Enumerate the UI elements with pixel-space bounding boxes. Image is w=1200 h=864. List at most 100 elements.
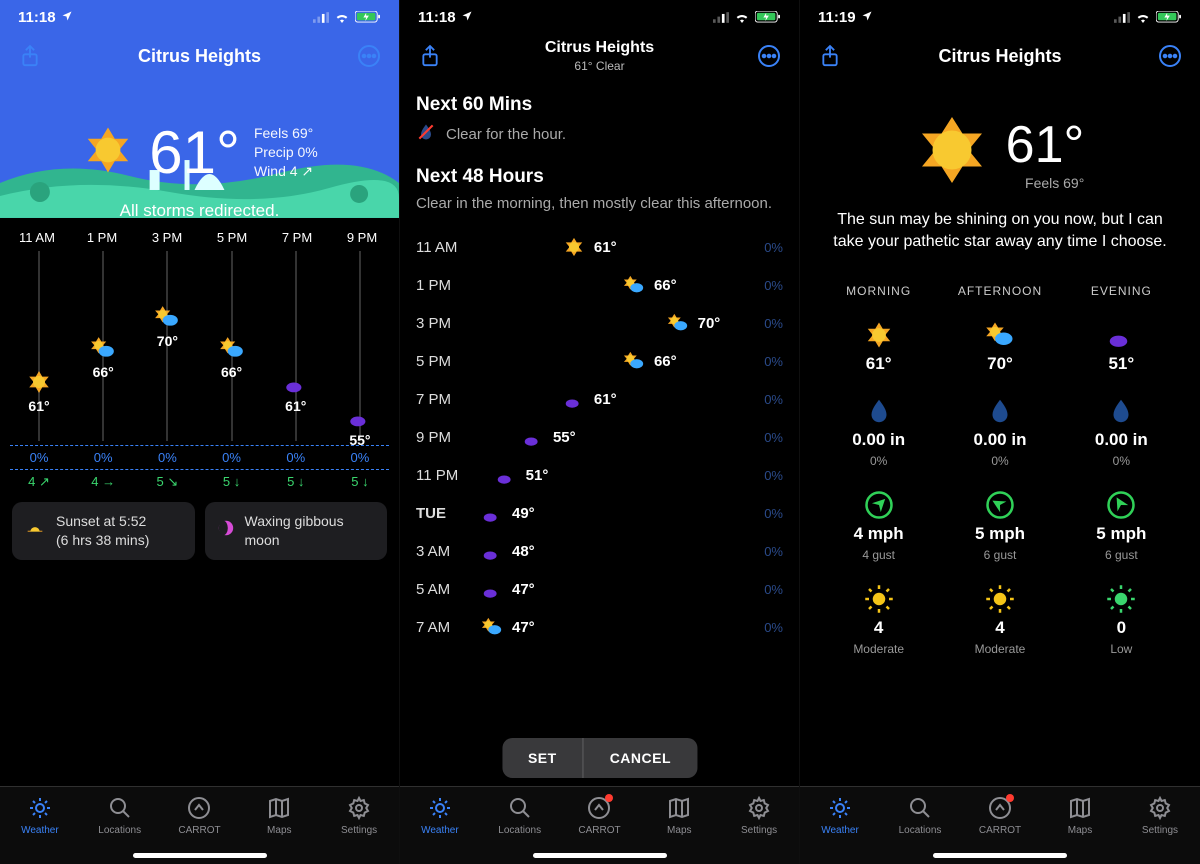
row-temp: 47° [512,619,556,636]
tab-locations[interactable]: Locations [485,795,555,836]
tab-weather[interactable]: Weather [405,795,475,836]
weather-icon [985,320,1015,350]
row-temp: 55° [553,429,597,446]
daypart-view[interactable]: 61° Feels 69° The sun may be shining on … [800,78,1200,786]
cell-sub: Moderate [975,642,1026,656]
hourly-column[interactable]: 66° [76,251,130,441]
temp-cell[interactable]: 61° [818,320,939,374]
tab-carrot[interactable]: CARROT [164,795,234,836]
set-cancel-overlay: SET CANCEL [502,738,697,778]
tab-locations[interactable]: Locations [85,795,155,836]
weather-icon [494,463,518,487]
hour-row[interactable]: TUE49°0% [416,494,783,532]
daypart-grid: MORNINGAFTERNOONEVENING61°70°51°0.00 in0… [818,284,1182,656]
more-button[interactable] [355,42,383,70]
hour-wind: 4 → [76,474,130,490]
row-time: 9 PM [416,429,480,446]
weather-icon [480,577,504,601]
hour-wind: 4 ↗ [12,474,66,490]
cell-value: 61° [866,354,892,374]
precip-cell[interactable]: 0.00 in0% [939,396,1060,468]
status-bar: 11:19 [800,0,1200,34]
weather-tab-icon [27,795,53,821]
tab-bar: Weather Locations CARROT Maps Settings [400,786,799,864]
forecast-list[interactable]: Next 60 Mins Clear for the hour. Next 48… [400,78,799,786]
hourly-column[interactable]: 70° [140,251,194,441]
share-button[interactable] [816,42,844,70]
hourly-column[interactable]: 55° [333,251,387,441]
tab-carrot[interactable]: CARROT [564,795,634,836]
moon-card[interactable]: Waxing gibbous moon [205,502,388,560]
hour-row[interactable]: 3 AM48°0% [416,532,783,570]
hour-row[interactable]: 1 PM66°0% [416,266,783,304]
more-button[interactable] [1156,42,1184,70]
cell-value: 0.00 in [1095,430,1148,450]
tab-label: Locations [498,825,541,836]
sunset-card[interactable]: Sunset at 5:52 (6 hrs 38 mins) [12,502,195,560]
tab-locations[interactable]: Locations [885,795,955,836]
moon-phase-icon [217,519,235,542]
home-indicator[interactable] [133,853,267,858]
daypart-header: MORNING [818,284,939,298]
wind-cell[interactable]: 5 mph6 gust [939,490,1060,562]
feels-like: Feels 69° [254,124,318,143]
hour-row[interactable]: 7 AM47°0% [416,608,783,646]
share-button[interactable] [16,42,44,70]
hour-row[interactable]: 11 PM51°0% [416,456,783,494]
hourly-column[interactable]: 61° [12,251,66,441]
tab-settings[interactable]: Settings [724,795,794,836]
tab-weather[interactable]: Weather [5,795,75,836]
hour-row[interactable]: 5 AM47°0% [416,570,783,608]
more-button[interactable] [755,42,783,70]
hourly-column[interactable]: 61° [269,251,323,441]
info-cards: Sunset at 5:52 (6 hrs 38 mins) Waxing gi… [0,490,399,572]
set-button[interactable]: SET [502,738,583,778]
uv-cell[interactable]: 4Moderate [939,584,1060,656]
hour-row[interactable]: 3 PM70°0% [416,304,783,342]
hourly-forecast[interactable]: 11 AM1 PM3 PM5 PM7 PM9 PM 61°66°70°66°61… [0,218,399,490]
cell-value: 4 mph [854,524,904,544]
tab-settings[interactable]: Settings [1125,795,1195,836]
gear-icon [1147,795,1173,821]
tab-weather[interactable]: Weather [805,795,875,836]
uv-cell[interactable]: 4Moderate [818,584,939,656]
share-button[interactable] [416,42,444,70]
hour-precip: 0% [12,450,66,465]
wind-cell[interactable]: 4 mph4 gust [818,490,939,562]
tab-maps[interactable]: Maps [244,795,314,836]
tab-carrot[interactable]: CARROT [965,795,1035,836]
home-indicator[interactable] [933,853,1067,858]
next60-subtitle: Clear for the hour. [446,126,566,143]
wind-cell[interactable]: 5 mph6 gust [1061,490,1182,562]
home-indicator[interactable] [533,853,667,858]
notification-dot [605,794,613,802]
uv-sun-icon [985,584,1015,614]
tab-maps[interactable]: Maps [644,795,714,836]
hour-row[interactable]: 7 PM61°0% [416,380,783,418]
cell-value: 0.00 in [974,430,1027,450]
tab-label: Maps [267,825,291,836]
uv-cell[interactable]: 0Low [1061,584,1182,656]
hourly-column[interactable]: 66° [205,251,259,441]
row-temp: 61° [594,239,638,256]
wind-direction-icon [864,490,894,520]
temp-cell[interactable]: 70° [939,320,1060,374]
cancel-button[interactable]: CANCEL [584,738,697,778]
hour-row[interactable]: 9 PM55°0% [416,418,783,456]
hour-temp: 70° [154,333,180,349]
sunset-time: Sunset at 5:52 [56,512,149,531]
precip-cell[interactable]: 0.00 in0% [818,396,939,468]
hour-label: 5 PM [205,230,259,245]
tab-maps[interactable]: Maps [1045,795,1115,836]
temp-cell[interactable]: 51° [1061,320,1182,374]
row-precip: 0% [753,582,783,597]
cellular-icon [313,12,329,23]
row-temp: 66° [654,277,698,294]
hour-row[interactable]: 11 AM61°0% [416,228,783,266]
hour-row[interactable]: 5 PM66°0% [416,342,783,380]
hero-tagline: All storms redirected. [120,201,280,221]
wind-value: Wind 4 ↗ [254,162,318,181]
precip-cell[interactable]: 0.00 in0% [1061,396,1182,468]
tab-label: CARROT [178,825,220,836]
tab-settings[interactable]: Settings [324,795,394,836]
